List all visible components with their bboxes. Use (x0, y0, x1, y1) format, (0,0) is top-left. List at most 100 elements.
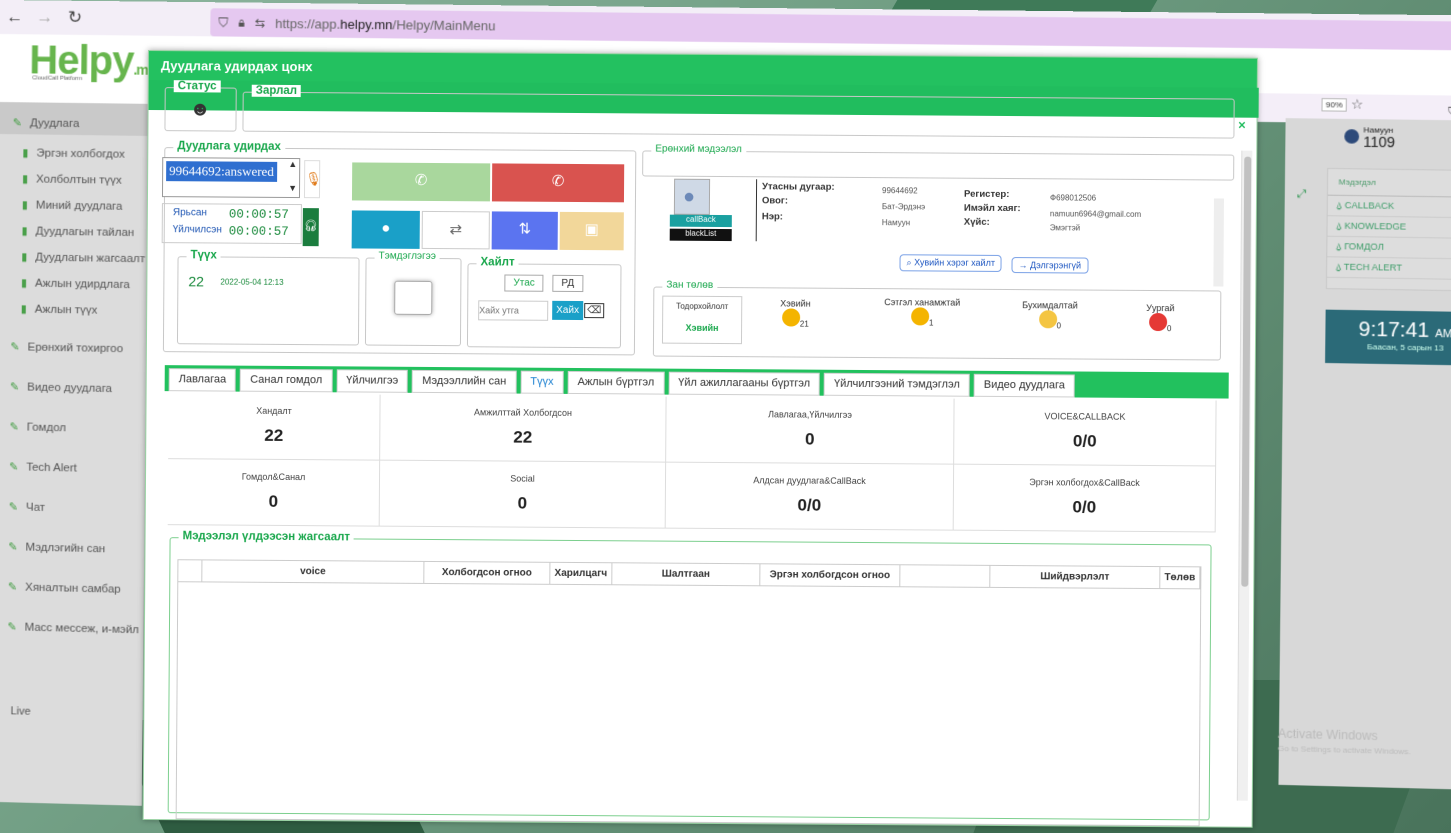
answer-button[interactable]: ✆ (351, 162, 491, 202)
sad-emoji-icon (1038, 310, 1057, 329)
mood-box: Зан төлөв Тодорхойлолт Хэвийн Хэвийн 21 С… (652, 279, 1222, 361)
headset-button[interactable]: 🎧︎ (302, 208, 319, 247)
scrollbar-thumb[interactable] (1241, 156, 1252, 587)
tab-knowledge[interactable]: Мэдээллийн сан (412, 369, 517, 394)
gender-label: Хүйс: (963, 216, 990, 228)
sidebar-item-calls[interactable]: ✎ Дуудлага (0, 101, 150, 136)
tab-video-call[interactable]: Видео дуудлага (973, 373, 1076, 398)
callback-tag[interactable]: callBack (669, 214, 732, 228)
sidebar-item-call-report[interactable]: ▮ Дуудлагын тайлан (21, 224, 134, 239)
table-header: voice Холбогдсон огноо Харилцагч Шалтгаа… (178, 560, 1201, 590)
history-legend: Түүх (186, 249, 221, 262)
notification-title: Мэдэгдэл (1327, 168, 1451, 198)
history-date[interactable]: 2022-05-04 12:13 (220, 278, 283, 287)
close-icon[interactable]: ✕ (1235, 120, 1249, 134)
sidebar-item-dashboard[interactable]: ✎ Хяналтын самбар (8, 580, 121, 596)
surname-value: Бат-Эрдэнэ (881, 202, 926, 212)
bookmark-star-icon[interactable]: ☆ (1351, 96, 1363, 113)
notification-row[interactable]: ⍙ TECH ALERT0 (1327, 257, 1451, 281)
expand-icon[interactable]: ⤢ (1297, 188, 1306, 201)
user-chip[interactable]: Намуун 1109 (1344, 125, 1395, 150)
surprised-emoji-icon (910, 307, 930, 326)
column-header[interactable]: Төлөв (1160, 567, 1201, 589)
sidebar-item-knowledge-base[interactable]: ✎ Мэдлэгийн сан (8, 540, 105, 555)
search-box: Хайлт Утас РД Хайх ⌫ (466, 256, 622, 349)
save-button[interactable]: ▣ (559, 211, 624, 251)
notification-row[interactable]: ⍙ ГОМДОЛ0 (1327, 236, 1451, 260)
sidebar-item-call-list[interactable]: ▮ Дуудлагын жагсаалт (21, 250, 145, 265)
sidebar: ✎ Дуудлага ▮ Эргэн холбогдох ▮ Холболтын тү… (0, 101, 150, 806)
search-phone-button[interactable]: Утас (504, 274, 544, 292)
name-value: Намуун (881, 218, 911, 228)
permissions-icon: ⇆ (254, 15, 266, 30)
stat-complaint: Гомдол&Санал 0 (167, 459, 381, 527)
tab-history[interactable]: Түүх (520, 370, 564, 394)
sidebar-item-mass-message[interactable]: ✎ Масс мессеж, и-мэйл (7, 620, 139, 636)
details-button[interactable]: → Дэлгэрэнгүй (1011, 257, 1089, 274)
sidebar-item-complaint[interactable]: ✎ Гомдол (9, 420, 66, 434)
search-rd-button[interactable]: РД (552, 274, 584, 293)
info-scrollbar[interactable] (1213, 198, 1224, 287)
sidebar-item-task-history[interactable]: ▮ Ажлын түүх (21, 302, 98, 316)
case-search-button[interactable]: ⌕ Хувийн хэрэг хайлт (899, 254, 1003, 272)
sidebar-item-settings[interactable]: ✎ Ерөнхий тохиргоо (10, 340, 123, 355)
column-header[interactable]: voice (202, 560, 425, 583)
sidebar-item-chat[interactable]: ✎ Чат (9, 500, 45, 514)
hangup-button[interactable]: ✆ (491, 163, 625, 203)
modal-scrollbar[interactable] (1236, 150, 1253, 801)
mood-frustrated[interactable]: Бухимдалтай 0 (1022, 300, 1078, 330)
column-header[interactable]: Харилцагч (550, 562, 613, 585)
blacklist-tag[interactable]: blackList (669, 228, 732, 242)
sort-button[interactable]: ⇅ (491, 211, 558, 250)
sidebar-item-my-calls[interactable]: ▮ Миний дуудлага (22, 198, 123, 212)
agent-icon[interactable]: ☻ (190, 98, 211, 121)
forward-icon[interactable]: → (30, 7, 60, 27)
tab-feedback[interactable]: Санал гомдол (240, 368, 333, 393)
column-header[interactable]: Шийдвэрлэлт (990, 565, 1161, 589)
mood-satisfied[interactable]: Сэтгэл ханамжтай 1 (884, 297, 960, 328)
sidebar-item-tech-alert[interactable]: ✎ Tech Alert (9, 460, 77, 474)
bookmark-icon: ▮ (22, 147, 29, 160)
tab-service[interactable]: Үйлчилгээ (336, 369, 409, 393)
note-checkbox[interactable] (394, 280, 433, 315)
clock-time: 9:17:41 (1358, 318, 1430, 343)
notification-row[interactable]: ⍙ KNOWLEDGE0 (1327, 216, 1451, 240)
logo-subtitle: CloudCall Platform (32, 75, 83, 83)
chevron-down-icon[interactable]: ▼ (288, 182, 298, 194)
column-header[interactable]: Холбогдсон огноо (424, 561, 551, 584)
column-header[interactable]: Эргэн холбогдсон огноо (760, 564, 901, 587)
arrow-icon: → (1018, 260, 1028, 271)
lock-icon: 🔒︎ (238, 15, 245, 30)
transfer-icon: ⇄ (449, 221, 463, 239)
mood-angry[interactable]: Уургай 0 (1146, 303, 1174, 333)
talk-time: 00:00:57 (228, 207, 289, 222)
tab-activity-log[interactable]: Үйл ажиллагааны бүртгэл (668, 371, 821, 396)
mic-button[interactable]: 🎙︎ (303, 160, 322, 199)
column-header (900, 565, 991, 587)
search-input[interactable] (478, 300, 549, 321)
sidebar-item-connection-history[interactable]: ▮ Холболтын түүх (22, 172, 122, 186)
active-call-list[interactable]: 99644692:answered ▲ ▼ (161, 157, 301, 199)
call-item[interactable]: 99644692:answered (166, 161, 277, 182)
tab-task-log[interactable]: Ажлын бүртгэл (567, 370, 665, 395)
customer-button[interactable]: ● (351, 210, 420, 249)
phone-icon: ✆ (414, 171, 428, 189)
stat-social: Social 0 (379, 460, 667, 529)
search-button[interactable]: Хайх (552, 300, 584, 321)
transfer-button[interactable]: ⇄ (421, 210, 490, 250)
sidebar-item-task-management[interactable]: ▮ Ажлын удирдлага (21, 276, 130, 291)
left-info-legend: Мэдээлэл үлдээсэн жагсаалт (178, 530, 355, 544)
pin-icon: ✎ (7, 621, 17, 634)
sidebar-item-callback[interactable]: ▮ Эргэн холбогдох (22, 146, 124, 160)
eraser-icon[interactable]: ⌫ (584, 303, 605, 319)
tab-reference[interactable]: Лавлагаа (168, 368, 237, 392)
column-header[interactable]: Шалтгаан (612, 563, 761, 586)
zoom-badge[interactable]: 90% (1321, 98, 1347, 112)
reload-icon[interactable]: ↻ (60, 8, 90, 28)
mood-normal[interactable]: Хэвийн 21 (780, 298, 810, 328)
tab-service-notes[interactable]: Үйлчилгээний тэмдэглэл (824, 372, 970, 397)
notification-row[interactable]: ⍙ CALLBACK0 (1327, 195, 1451, 219)
chevron-up-icon[interactable]: ▲ (288, 158, 298, 170)
back-icon[interactable]: ← (0, 7, 30, 27)
sidebar-item-video-call[interactable]: ✎ Видео дуудлага (10, 380, 112, 395)
